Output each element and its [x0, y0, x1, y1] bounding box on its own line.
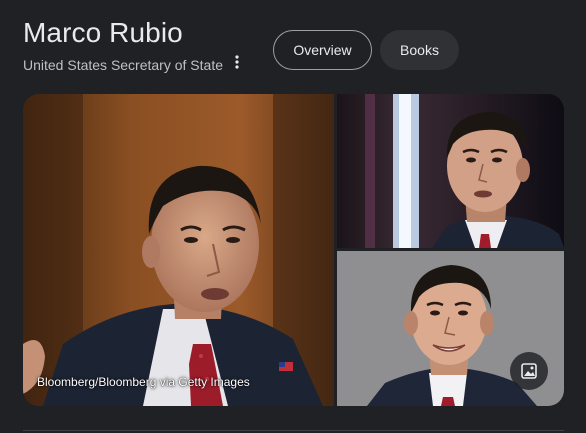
more-vert-icon — [235, 54, 239, 74]
image-gallery: Bloomberg/Bloomberg via Getty Images — [23, 94, 564, 406]
tab-overview[interactable]: Overview — [273, 30, 372, 70]
main-photo[interactable]: Bloomberg/Bloomberg via Getty Images — [23, 94, 334, 406]
tab-overview-label: Overview — [293, 42, 352, 58]
more-options-button[interactable] — [228, 54, 246, 74]
image-search-button[interactable] — [510, 352, 548, 390]
knowledge-panel: Marco Rubio United States Secretary of S… — [0, 0, 586, 433]
photo-bottom-right[interactable] — [337, 251, 564, 406]
tab-books-label: Books — [400, 42, 439, 58]
main-photo-illustration — [23, 94, 334, 406]
photo-top-right[interactable] — [337, 94, 564, 248]
entity-title: Marco Rubio — [23, 17, 183, 48]
image-attribution: Bloomberg/Bloomberg via Getty Images — [37, 375, 250, 389]
section-divider — [23, 430, 564, 431]
photo-top-right-illustration — [337, 94, 564, 248]
entity-description: United States Secretary of State — [23, 57, 223, 73]
image-search-icon — [520, 362, 538, 380]
tab-books[interactable]: Books — [380, 30, 459, 70]
